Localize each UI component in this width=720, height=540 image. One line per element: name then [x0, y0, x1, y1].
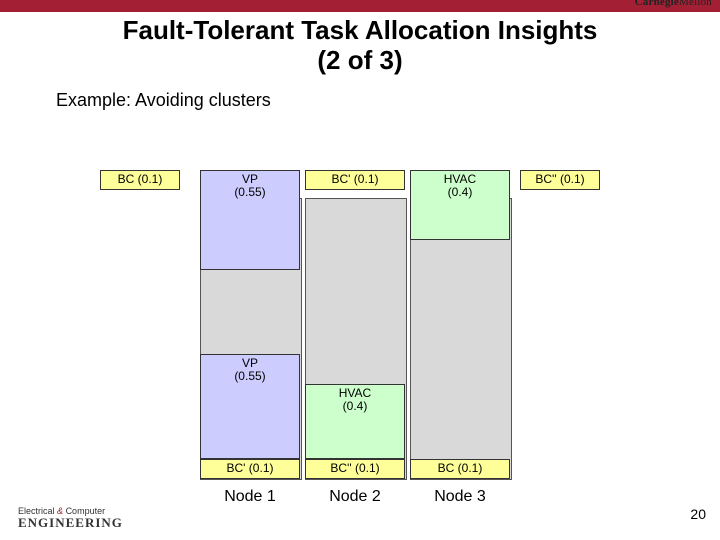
task-bc-label: BC (0.1): [101, 173, 179, 186]
task-vp: VP (0.55): [200, 170, 300, 270]
cmu-wordmark: CarnegieMellon: [635, 0, 712, 8]
slide-number: 20: [690, 506, 706, 522]
node2-bc2-label: BC'' (0.1): [306, 462, 404, 475]
task-bc2-label: BC'' (0.1): [521, 173, 599, 186]
task-bc: BC (0.1): [100, 170, 180, 190]
brand-part1: Carnegie: [635, 0, 679, 8]
node3-bc-label: BC (0.1): [411, 462, 509, 475]
node3-bc: BC (0.1): [410, 459, 510, 479]
allocation-diagram: BC (0.1) VP (0.55) BC' (0.1) HVAC (0.4) …: [100, 170, 660, 510]
node1-vp: VP (0.55): [200, 354, 300, 459]
task-vp-label2: (0.55): [201, 186, 299, 199]
node2-label: Node 2: [305, 488, 405, 506]
title-line1: Fault-Tolerant Task Allocation Insights: [123, 15, 598, 45]
title-line2: (2 of 3): [317, 45, 402, 75]
dept-logo: Electrical & Computer ENGINEERING: [18, 507, 123, 530]
task-bc1: BC' (0.1): [305, 170, 405, 190]
node3-bar: [410, 198, 512, 480]
node1-label: Node 1: [200, 488, 300, 506]
task-hvac-label2: (0.4): [411, 186, 509, 199]
example-label: Example: Avoiding clusters: [56, 90, 720, 111]
node2-bc2: BC'' (0.1): [305, 459, 405, 479]
dept-line2: ENGINEERING: [18, 516, 123, 530]
node2-hvac: HVAC (0.4): [305, 384, 405, 459]
brand-part2: Mellon: [679, 0, 712, 8]
node3-label: Node 3: [410, 488, 510, 506]
slide-title: Fault-Tolerant Task Allocation Insights …: [40, 16, 680, 76]
node1-bc1-label: BC' (0.1): [201, 462, 299, 475]
node2-hvac-label2: (0.4): [306, 400, 404, 413]
brand-bar: CarnegieMellon: [0, 0, 720, 12]
task-bc2: BC'' (0.1): [520, 170, 600, 190]
node1-bc1: BC' (0.1): [200, 459, 300, 479]
task-bc1-label: BC' (0.1): [306, 173, 404, 186]
node1-vp-label2: (0.55): [201, 370, 299, 383]
task-hvac: HVAC (0.4): [410, 170, 510, 240]
